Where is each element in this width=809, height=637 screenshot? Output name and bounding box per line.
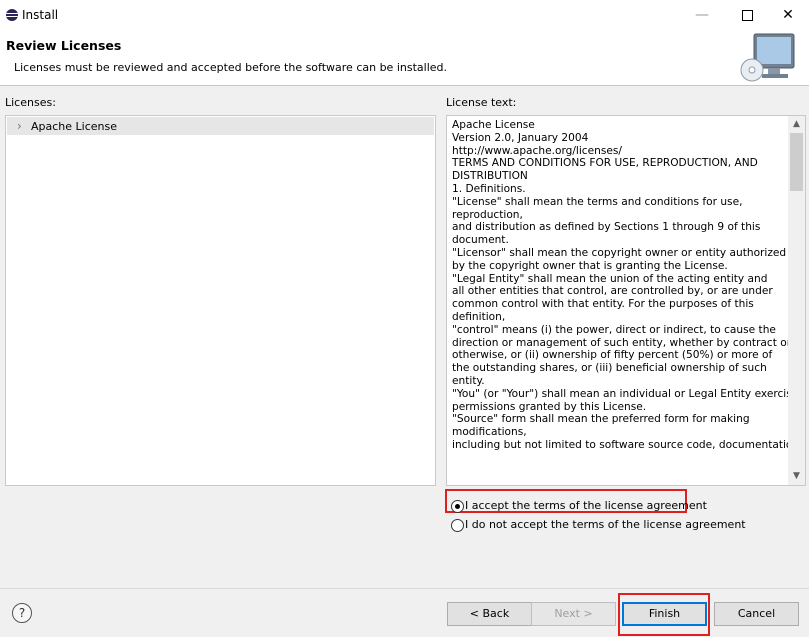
license-text-line: TERMS AND CONDITIONS FOR USE, REPRODUCTI… xyxy=(452,157,758,170)
license-tree-item[interactable]: › Apache License xyxy=(7,117,434,135)
license-item-label: Apache License xyxy=(31,120,118,133)
finish-button[interactable]: Finish xyxy=(622,602,707,626)
license-text-line: modifications, xyxy=(452,426,527,439)
install-computer-icon xyxy=(740,33,795,82)
license-text-line: document. xyxy=(452,234,509,247)
license-text-line: "You" (or "Your") shall mean an individu… xyxy=(452,387,806,400)
license-text-line: "Licensor" shall mean the copyright owne… xyxy=(452,246,787,259)
licenses-tree[interactable]: › Apache License xyxy=(5,115,436,486)
license-text-line: reproduction, xyxy=(452,208,523,221)
license-text-line: entity. xyxy=(452,374,485,387)
license-text-line: all other entities that control, are con… xyxy=(452,285,773,298)
vertical-scrollbar[interactable]: ▲ ▼ xyxy=(788,116,805,485)
accept-radio-label[interactable]: I accept the terms of the license agreem… xyxy=(465,499,707,512)
license-text-line: by the copyright owner that is granting … xyxy=(452,259,728,272)
license-text-line: and distribution as defined by Sections … xyxy=(452,221,761,234)
page-title: Review Licenses xyxy=(6,38,122,53)
license-text-line: Apache License xyxy=(452,119,535,131)
help-icon[interactable]: ? xyxy=(12,603,32,623)
decline-radio-label[interactable]: I do not accept the terms of the license… xyxy=(465,518,746,531)
license-text-line: "License" shall mean the terms and condi… xyxy=(452,195,743,208)
license-text-line: Version 2.0, January 2004 xyxy=(452,131,589,144)
close-button[interactable]: ✕ xyxy=(765,0,809,30)
accept-radio-button[interactable] xyxy=(451,500,464,513)
next-button[interactable]: Next > xyxy=(531,602,616,626)
maximize-icon xyxy=(741,9,753,21)
chevron-right-icon[interactable]: › xyxy=(17,119,22,133)
window-title: Install xyxy=(22,8,59,22)
scroll-thumb[interactable] xyxy=(790,133,803,191)
title-bar: Install — ✕ xyxy=(0,0,809,30)
wizard-header: Review Licenses Licenses must be reviewe… xyxy=(0,30,809,86)
licenses-label: Licenses: xyxy=(5,96,56,109)
license-text-line: common control with that entity. For the… xyxy=(452,298,754,311)
license-text-line: http://www.apache.org/licenses/ xyxy=(452,144,622,157)
license-text-line: "control" means (i) the power, direct or… xyxy=(452,323,776,336)
license-text-line: otherwise, or (ii) ownership of fifty pe… xyxy=(452,349,773,362)
license-text-line: "Legal Entity" shall mean the union of t… xyxy=(452,272,768,285)
license-text-line: definition, xyxy=(452,310,506,323)
license-text-line: "Source" form shall mean the preferred f… xyxy=(452,413,750,426)
maximize-button[interactable] xyxy=(724,0,770,30)
license-text-line: permissions granted by this License. xyxy=(452,400,647,413)
eclipse-logo-icon xyxy=(6,9,18,21)
license-text-line: the outstanding shares, or (iii) benefic… xyxy=(452,362,767,375)
scroll-up-icon[interactable]: ▲ xyxy=(788,116,805,133)
footer-divider xyxy=(0,588,809,589)
back-button[interactable]: < Back xyxy=(447,602,532,626)
license-text-line: direction or management of such entity, … xyxy=(452,336,792,349)
page-description: Licenses must be reviewed and accepted b… xyxy=(14,61,447,74)
license-text-area[interactable]: Apache License Version 2.0, January 2004 h… xyxy=(446,115,806,486)
minimize-button[interactable]: — xyxy=(679,0,725,30)
license-text-line: 1. Definitions. xyxy=(452,182,526,195)
cancel-button[interactable]: Cancel xyxy=(714,602,799,626)
license-text-line: including but not limited to software so… xyxy=(452,438,800,451)
scroll-down-icon[interactable]: ▼ xyxy=(788,468,805,485)
license-text-label: License text: xyxy=(446,96,517,109)
decline-radio-button[interactable] xyxy=(451,519,464,532)
license-text-content: Apache License Version 2.0, January 2004 h… xyxy=(452,119,806,452)
license-text-line: DISTRIBUTION xyxy=(452,170,528,183)
